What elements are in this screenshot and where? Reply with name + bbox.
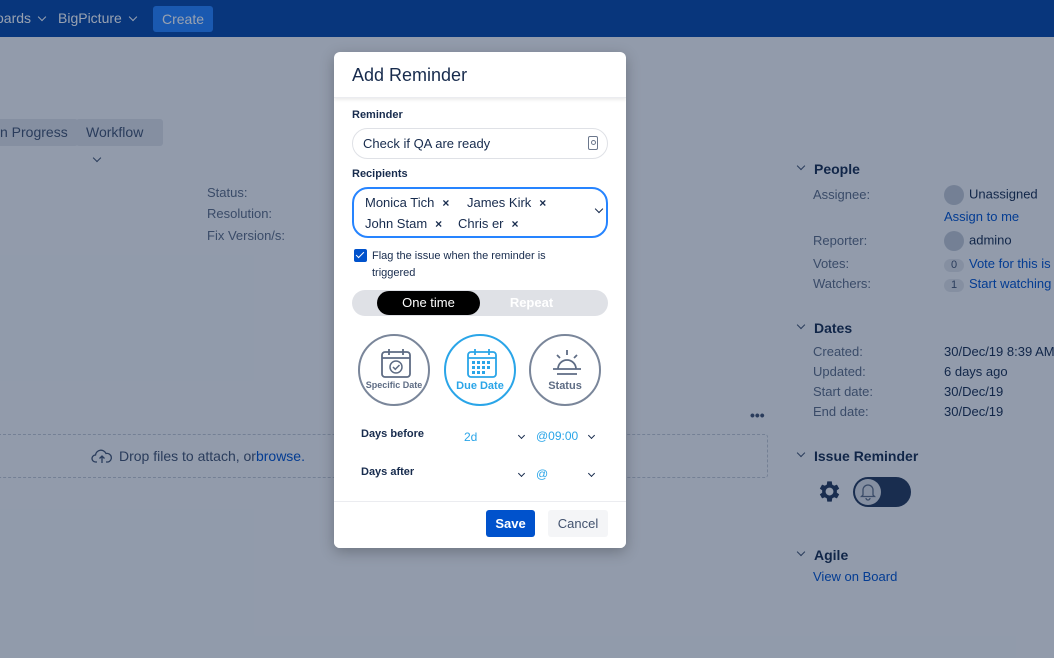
- recipient-chip: Chris er ×: [458, 216, 519, 231]
- chevron-down-icon[interactable]: [517, 469, 526, 478]
- repeat-option[interactable]: Repeat: [480, 291, 583, 315]
- reminder-label: Reminder: [352, 109, 403, 121]
- due-date-label: Due Date: [456, 380, 504, 392]
- dialog-title: Add Reminder: [352, 65, 468, 85]
- dialog-header: Add Reminder: [334, 52, 626, 98]
- remove-recipient-icon[interactable]: ×: [539, 196, 546, 210]
- days-before-label: Days before: [361, 428, 424, 440]
- frequency-toggle: One time Repeat: [352, 290, 608, 316]
- days-after-time-select[interactable]: @: [536, 467, 548, 481]
- recipient-chip: Monica Tich ×: [365, 195, 450, 210]
- chevron-down-icon[interactable]: [594, 204, 604, 214]
- recipients-select[interactable]: Monica Tich × James Kirk × John Stam × Chri…: [352, 187, 608, 238]
- status-option[interactable]: Status: [529, 334, 601, 406]
- save-button[interactable]: Save: [486, 510, 535, 537]
- sunrise-icon: [553, 350, 581, 375]
- one-time-option[interactable]: One time: [377, 291, 480, 315]
- recipient-chip: John Stam ×: [365, 216, 443, 231]
- cancel-button[interactable]: Cancel: [548, 510, 608, 537]
- flag-issue-checkbox[interactable]: [354, 249, 367, 262]
- specific-date-option[interactable]: Specific Date: [358, 334, 430, 406]
- add-reminder-dialog: Add Reminder Reminder Recipients Monica …: [334, 52, 626, 548]
- recipients-label: Recipients: [352, 168, 408, 180]
- dialog-footer: Save Cancel: [334, 501, 626, 548]
- reminder-input[interactable]: [352, 128, 608, 159]
- days-before-time-select[interactable]: @09:00: [536, 429, 578, 443]
- contact-card-icon: [588, 136, 598, 150]
- flag-issue-label: Flag the issue when the reminder is trig…: [372, 250, 546, 279]
- specific-date-label: Specific Date: [365, 380, 423, 390]
- remove-recipient-icon[interactable]: ×: [435, 217, 442, 231]
- chevron-down-icon[interactable]: [517, 431, 526, 440]
- chevron-down-icon[interactable]: [587, 431, 596, 440]
- days-after-label: Days after: [361, 466, 415, 478]
- chevron-down-icon[interactable]: [587, 469, 596, 478]
- calendar-check-icon: [381, 349, 411, 378]
- days-before-select[interactable]: 2d: [464, 430, 477, 444]
- due-date-option[interactable]: Due Date: [444, 334, 516, 406]
- calendar-grid-icon: [467, 349, 497, 378]
- recipient-chip: James Kirk ×: [467, 195, 547, 210]
- status-label: Status: [548, 380, 582, 392]
- remove-recipient-icon[interactable]: ×: [512, 217, 519, 231]
- remove-recipient-icon[interactable]: ×: [442, 196, 449, 210]
